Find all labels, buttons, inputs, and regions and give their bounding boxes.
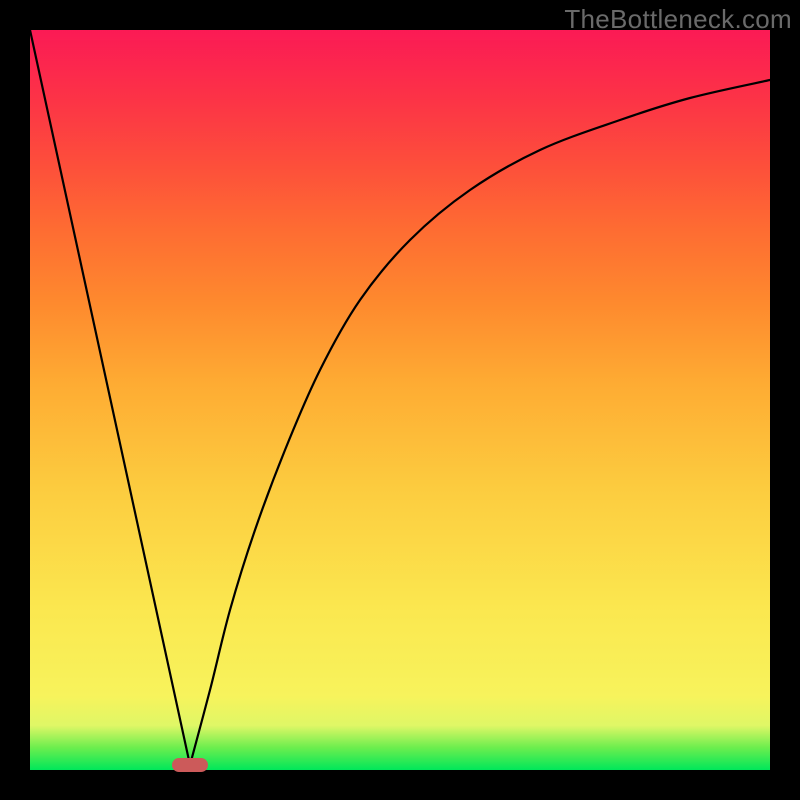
- optimum-marker: [172, 758, 208, 772]
- curve-path: [30, 30, 770, 765]
- plot-area: [30, 30, 770, 770]
- bottleneck-curve: [30, 30, 770, 770]
- chart-frame: TheBottleneck.com: [0, 0, 800, 800]
